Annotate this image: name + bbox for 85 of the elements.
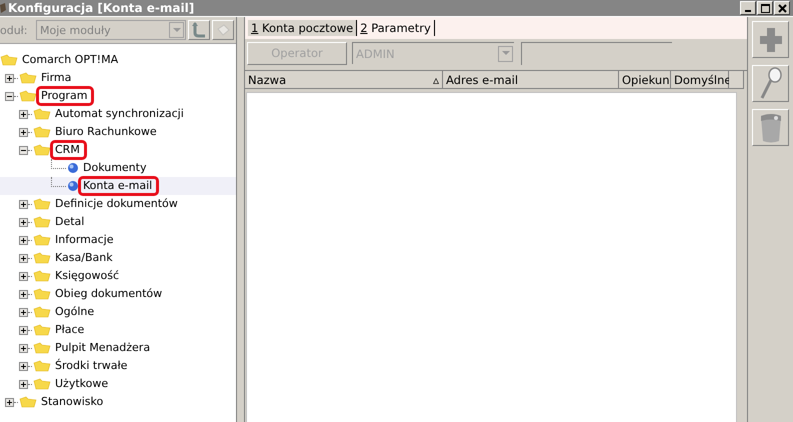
- tree-item[interactable]: Pulpit Menadżera: [0, 339, 236, 357]
- folder-icon: [33, 252, 51, 264]
- folder-icon: [19, 396, 37, 408]
- expand-icon[interactable]: [19, 362, 28, 370]
- tree-item[interactable]: Biuro Rachunkowe: [0, 123, 236, 141]
- tree-item[interactable]: Księgowość: [0, 267, 236, 285]
- folder-icon: [33, 306, 51, 318]
- page-icon: [216, 23, 230, 37]
- tree-item[interactable]: Stanowisko: [0, 393, 236, 411]
- column-header[interactable]: Opiekun: [619, 71, 671, 89]
- folder-icon: [33, 270, 51, 282]
- globe-icon: [66, 162, 79, 174]
- expand-icon[interactable]: [19, 236, 28, 244]
- folder-icon: [0, 54, 18, 66]
- expand-icon[interactable]: [19, 326, 28, 334]
- folder-icon: [33, 378, 51, 390]
- tree-item[interactable]: Kasa/Bank: [0, 249, 236, 267]
- tree-item[interactable]: Informacje: [0, 231, 236, 249]
- operator-name-field[interactable]: [521, 42, 672, 64]
- expand-icon[interactable]: [19, 308, 28, 316]
- collapse-icon[interactable]: [5, 92, 14, 100]
- column-header[interactable]: Domyślne: [671, 71, 729, 89]
- folder-icon: [33, 216, 51, 228]
- tree-item[interactable]: Konta e-mail: [0, 177, 236, 195]
- tree-item[interactable]: Użytkowe: [0, 375, 236, 393]
- tree-item[interactable]: Automat synchronizacji: [0, 105, 236, 123]
- splitter[interactable]: [236, 17, 245, 422]
- arrow-icon: [191, 21, 207, 39]
- search-icon: [758, 66, 782, 100]
- tree-item[interactable]: Środki trwałe: [0, 357, 236, 375]
- tree-item[interactable]: Definicje dokumentów: [0, 195, 236, 213]
- folder-icon: [33, 126, 51, 138]
- dropdown-arrow-icon: [172, 28, 180, 32]
- minimize-button[interactable]: [740, 1, 756, 15]
- add-button[interactable]: [752, 21, 789, 58]
- folder-icon: [33, 342, 51, 354]
- window-title: Konfiguracja [Konta e-mail]: [8, 1, 194, 15]
- app-icon: [0, 2, 6, 14]
- expand-icon[interactable]: [19, 110, 28, 118]
- tree-item[interactable]: Dokumenty: [0, 159, 236, 177]
- maximize-button[interactable]: [757, 1, 773, 15]
- tab[interactable]: 1 Konta pocztowe: [248, 20, 358, 36]
- collapse-icon[interactable]: [19, 146, 28, 154]
- expand-icon[interactable]: [19, 344, 28, 352]
- folder-icon: [33, 198, 51, 210]
- tree-item[interactable]: Firma: [0, 69, 236, 87]
- expand-icon[interactable]: [19, 290, 28, 298]
- folder-icon: [33, 288, 51, 300]
- tree-item[interactable]: Płace: [0, 321, 236, 339]
- expand-icon[interactable]: [19, 218, 28, 226]
- minimize-icon: [745, 10, 751, 12]
- maximize-icon: [760, 4, 770, 12]
- search-button[interactable]: [752, 65, 789, 102]
- dropdown-arrow-icon: [502, 51, 510, 56]
- column-header[interactable]: Nazwa ▵: [245, 71, 443, 89]
- folder-icon: [19, 72, 37, 84]
- back-arrow-button[interactable]: [188, 20, 210, 40]
- close-icon: [778, 4, 786, 12]
- expand-icon[interactable]: [19, 128, 28, 136]
- expand-icon[interactable]: [19, 272, 28, 280]
- folder-icon: [33, 360, 51, 372]
- folder-icon: [33, 108, 51, 120]
- trash-button[interactable]: [752, 109, 789, 146]
- page-button[interactable]: [212, 20, 234, 40]
- expand-icon[interactable]: [5, 74, 14, 82]
- tree-item[interactable]: Obieg dokumentów: [0, 285, 236, 303]
- tree-item[interactable]: Detal: [0, 213, 236, 231]
- folder-icon: [33, 144, 51, 156]
- tab[interactable]: 2 Parametry: [357, 20, 435, 36]
- expand-icon[interactable]: [19, 200, 28, 208]
- expand-icon[interactable]: [5, 398, 14, 406]
- tree-item[interactable]: Program: [0, 87, 236, 105]
- expand-icon[interactable]: [19, 254, 28, 262]
- expand-icon[interactable]: [19, 380, 28, 388]
- folder-icon: [33, 234, 51, 246]
- column-header[interactable]: Adres e-mail: [443, 71, 619, 89]
- tree-item[interactable]: Comarch OPT!MA: [0, 51, 236, 69]
- tree-item[interactable]: CRM: [0, 141, 236, 159]
- globe-icon: [66, 180, 79, 192]
- close-button[interactable]: [774, 1, 790, 15]
- folder-icon: [19, 90, 37, 102]
- tree-item[interactable]: Ogólne: [0, 303, 236, 321]
- module-label: oduł:: [0, 24, 29, 36]
- folder-icon: [33, 324, 51, 336]
- plus-icon: [758, 26, 782, 52]
